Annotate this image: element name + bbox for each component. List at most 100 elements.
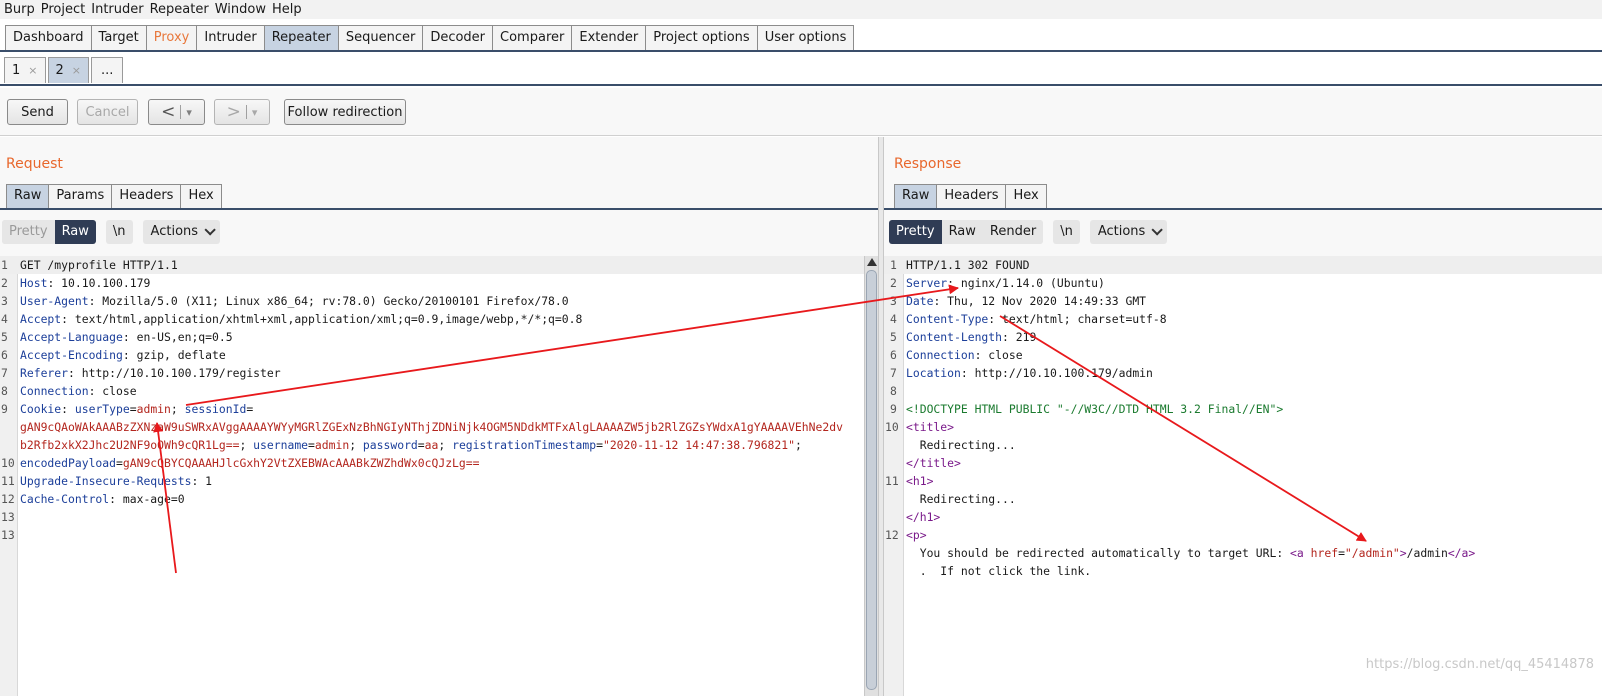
header-key: Upgrade-Insecure-Requests [20, 474, 192, 488]
view-mode-toggle: Pretty Raw Render [889, 220, 1044, 244]
html-attribute: href [1310, 546, 1339, 560]
pretty-toggle[interactable]: Pretty [2, 220, 55, 244]
response-tab-headers[interactable]: Headers [936, 184, 1007, 208]
newline-toggle[interactable]: \n [105, 220, 133, 244]
tab-dashboard[interactable]: Dashboard [5, 25, 92, 50]
tab-user-options[interactable]: User options [756, 25, 855, 50]
cookie-value: gAN9cQBYCQAAAHJlcGxhY2VtZXEBWAcAAABkZWZh… [122, 456, 480, 470]
code-line: 13 [0, 508, 880, 526]
response-tabs: Raw Headers Hex [894, 184, 1047, 208]
menu-repeater[interactable]: Repeater [150, 2, 209, 17]
newline-toggle[interactable]: \n [1053, 220, 1080, 244]
request-tab-params[interactable]: Params [48, 184, 113, 208]
html-attribute-value: "/admin" [1344, 546, 1400, 560]
line-number: 7 [890, 366, 897, 380]
line-number: 4 [890, 312, 897, 326]
scroll-thumb[interactable] [866, 270, 877, 690]
html-text: You should be redirected automatically t… [906, 546, 1291, 560]
repeater-tab-1[interactable]: 1 × [4, 57, 46, 83]
code-line: b2Rfb2xkX2Jhc2U2NF9oOWh9cQR1Lg==; userna… [0, 436, 880, 454]
tab-sequencer[interactable]: Sequencer [337, 25, 424, 50]
request-scrollbar[interactable] [864, 256, 878, 696]
line-number: 9 [1, 402, 8, 416]
response-tab-hex[interactable]: Hex [1005, 184, 1047, 208]
request-tab-hex[interactable]: Hex [180, 184, 222, 208]
menu-window[interactable]: Window [215, 2, 266, 17]
line-number: 1 [1, 258, 8, 272]
request-panel: Request Raw Params Headers Hex Pretty Ra… [0, 137, 880, 696]
close-icon[interactable]: × [72, 59, 81, 83]
header-value: nginx/1.14.0 (Ubuntu) [954, 276, 1105, 290]
html-tag: > [1399, 546, 1407, 560]
header-key: Accept-Language [20, 330, 123, 344]
header-value: text/html; charset=utf-8 [995, 312, 1167, 326]
raw-toggle[interactable]: Raw [941, 220, 983, 244]
line-number: 2 [890, 276, 897, 290]
line-number: 6 [1, 348, 8, 362]
request-editor[interactable]: 1 GET /myprofile HTTP/1.1 2 Host: 10.10.10… [0, 256, 880, 696]
forward-button[interactable]: > ▾ [214, 99, 270, 125]
chevron-down-icon [1151, 224, 1164, 236]
response-editor[interactable]: 1 HTTP/1.1 302 FOUND 2 Server: nginx/1.14.… [884, 256, 1602, 696]
raw-toggle[interactable]: Raw [54, 220, 96, 244]
line-number: 4 [1, 312, 8, 326]
back-button[interactable]: < ▾ [148, 99, 205, 125]
code-line: 12 <p> [884, 526, 1602, 544]
tab-extender[interactable]: Extender [571, 25, 647, 50]
code-line: . If not click the link. [884, 562, 1602, 580]
cookie-value: b2Rfb2xkX2Jhc2U2NF9oOWh9cQR1Lg== [20, 438, 240, 452]
actions-dropdown[interactable]: Actions [1089, 220, 1168, 244]
header-key: Cookie [20, 402, 62, 416]
chevron-right-icon: > [226, 102, 241, 122]
header-key: Host [20, 276, 48, 290]
html-tag: <h1> [906, 474, 934, 488]
tab-comparer[interactable]: Comparer [492, 25, 573, 50]
line-number [884, 544, 904, 562]
pretty-toggle[interactable]: Pretty [889, 220, 942, 244]
close-icon[interactable]: × [28, 59, 37, 83]
actions-dropdown[interactable]: Actions [142, 220, 221, 244]
header-key: Server [906, 276, 948, 290]
cancel-button[interactable]: Cancel [77, 99, 138, 125]
tab-proxy[interactable]: Proxy [145, 25, 198, 50]
header-key: Date [906, 294, 934, 308]
render-toggle[interactable]: Render [982, 220, 1044, 244]
menu-help[interactable]: Help [272, 2, 302, 17]
tab-intruder[interactable]: Intruder [196, 25, 265, 50]
repeater-tab-new[interactable]: ... [91, 57, 124, 83]
menu-intruder[interactable]: Intruder [91, 2, 143, 17]
header-key: Location [906, 366, 961, 380]
doctype-line: <!DOCTYPE HTML PUBLIC "-//W3C//DTD HTML … [906, 402, 1284, 416]
line-number: 13 [1, 528, 15, 542]
tab-repeater[interactable]: Repeater [263, 25, 339, 50]
code-line: You should be redirected automatically t… [884, 544, 1602, 562]
html-text: Redirecting... [906, 492, 1016, 506]
code-line: 11 <h1> [884, 472, 1602, 490]
menu-project[interactable]: Project [41, 2, 85, 17]
tab-target[interactable]: Target [90, 25, 147, 50]
request-tab-raw[interactable]: Raw [6, 184, 50, 208]
send-button[interactable]: Send [7, 99, 68, 125]
code-line: 5 Content-Length: 219 [884, 328, 1602, 346]
scroll-up-icon[interactable] [867, 258, 877, 266]
line-number [884, 508, 904, 526]
line-number: 12 [1, 492, 15, 506]
tab-decoder[interactable]: Decoder [422, 25, 494, 50]
line-number [0, 418, 18, 436]
cookie-key: sessionId [184, 402, 247, 416]
request-tab-headers[interactable]: Headers [111, 184, 182, 208]
header-value: 1 [198, 474, 213, 488]
actions-label: Actions [150, 224, 199, 239]
response-tab-raw[interactable]: Raw [894, 184, 938, 208]
tab-project-options[interactable]: Project options [645, 25, 758, 50]
response-code: 1 HTTP/1.1 302 FOUND 2 Server: nginx/1.14.… [884, 256, 1602, 580]
html-equals: = [1338, 546, 1345, 560]
follow-redirection-button[interactable]: Follow redirection [284, 99, 406, 125]
cookie-key: registrationTimestamp [452, 438, 597, 452]
dropdown-icon: ▾ [186, 105, 192, 119]
repeater-tab-2[interactable]: 2 × [47, 57, 89, 83]
header-value: close [981, 348, 1023, 362]
watermark: https://blog.csdn.net/qq_45414878 [1365, 657, 1594, 672]
code-line: 8 Connection: close [1, 384, 137, 398]
menu-burp[interactable]: Burp [4, 2, 35, 17]
